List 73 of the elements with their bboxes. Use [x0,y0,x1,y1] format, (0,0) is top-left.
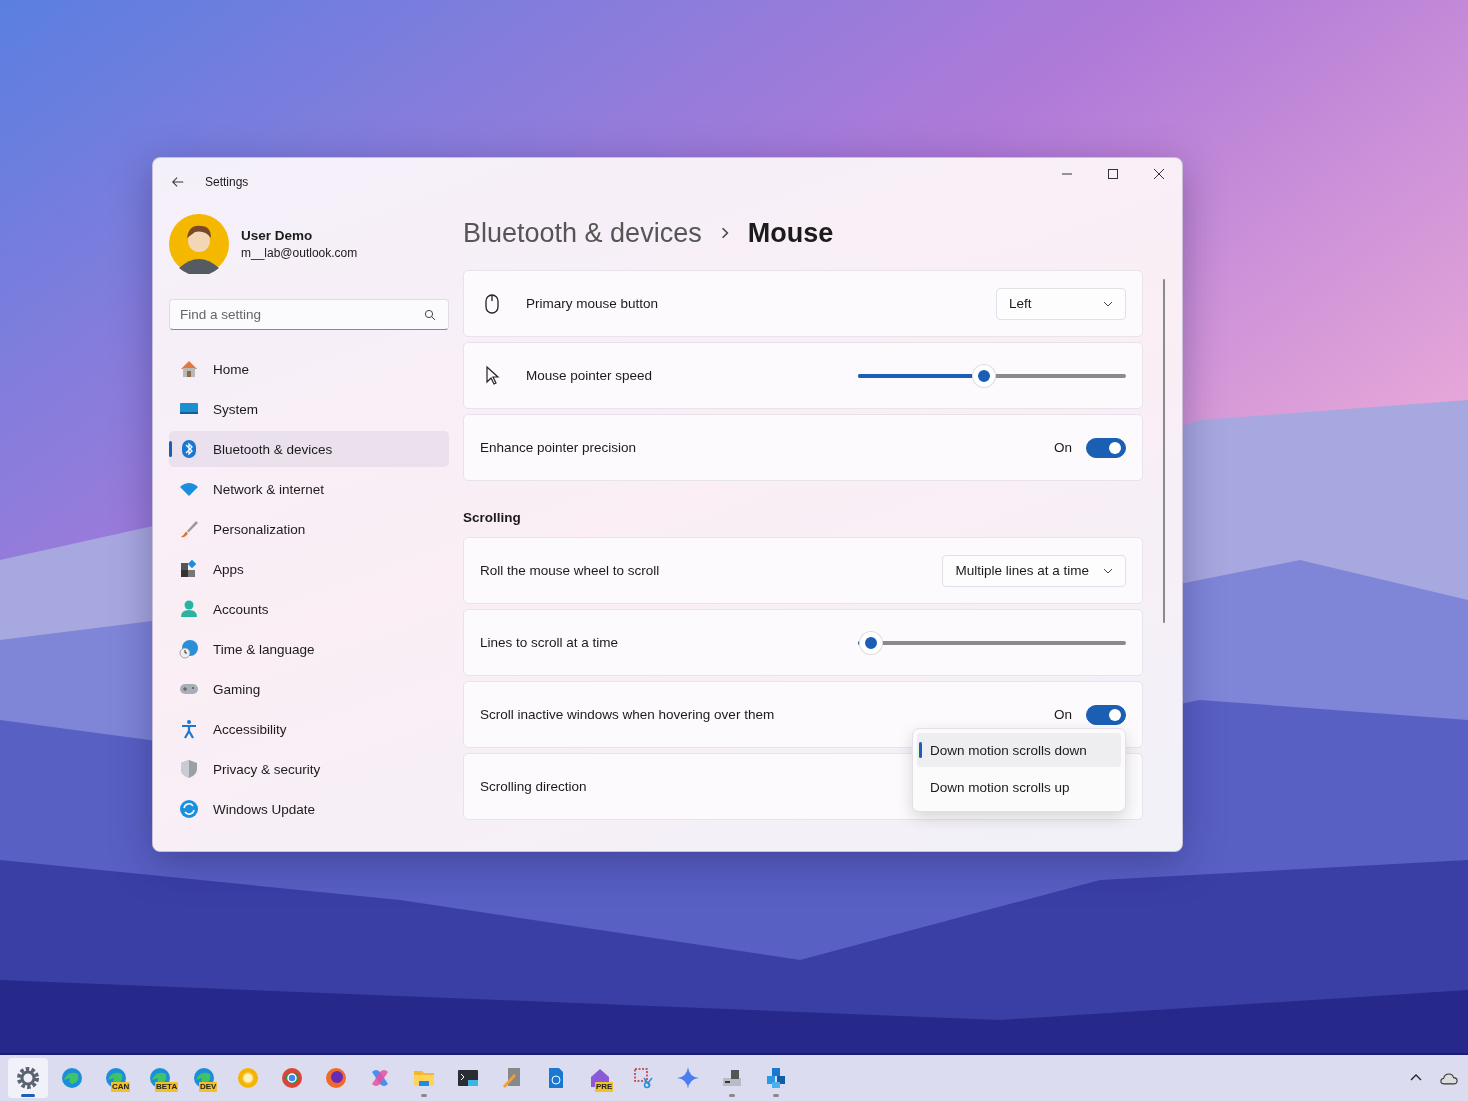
nav-item[interactable]: Accessibility [169,711,449,747]
nav-item[interactable]: Windows Update [169,791,449,827]
setting-label: Roll the mouse wheel to scroll [480,563,660,578]
app-badge: PRE [595,1082,614,1092]
dropdown[interactable]: Left [996,287,1126,320]
nav-item[interactable]: Privacy & security [169,751,449,787]
nav-item[interactable]: Bluetooth & devices [169,431,449,467]
menu-option[interactable]: Down motion scrolls up [917,770,1121,804]
mouse-icon [484,293,500,314]
search-icon[interactable] [424,309,436,321]
taskbar-app[interactable]: CAN [96,1058,136,1098]
gear-icon [16,1066,40,1090]
app-badge: CAN [111,1082,131,1092]
taskbar-app[interactable]: BETA [140,1058,180,1098]
search-field[interactable]: Find a setting [169,299,449,330]
nav-item[interactable]: Network & internet [169,471,449,507]
nav-item[interactable]: Accounts [169,591,449,627]
setting-label: Enhance pointer precision [480,440,637,455]
section-heading: Scrolling [463,509,522,527]
cubes-icon [764,1066,788,1090]
app-badge: DEV [199,1082,218,1092]
avatar [169,214,229,274]
dropdown[interactable]: Multiple lines at a time [942,554,1126,587]
maximize-icon[interactable] [1107,168,1119,180]
ring-icon [236,1066,260,1090]
toggle-switch[interactable] [1086,437,1126,458]
toggle-switch[interactable] [1086,704,1126,725]
toggle-state: On [1054,440,1072,455]
fox-icon [324,1066,348,1090]
setting-label: Mouse pointer speed [526,368,653,383]
slider-thumb[interactable] [860,631,883,654]
slider[interactable] [858,631,1126,654]
apps-icon [179,559,199,579]
taskbar-app[interactable] [8,1058,48,1098]
breadcrumb-link[interactable]: Bluetooth & devices [463,217,702,249]
setting-label: Scrolling direction [480,779,587,794]
nav-item[interactable]: Apps [169,551,449,587]
accessibility-icon [179,719,199,739]
setting-label: Primary mouse button [526,296,659,311]
setting-label: Lines to scroll at a time [480,635,619,650]
app-badge: BETA [155,1082,179,1092]
shield-icon [179,759,199,779]
browser-icon [280,1066,304,1090]
nav-item[interactable]: Gaming [169,671,449,707]
close-icon[interactable] [1153,168,1165,180]
scissors-icon [632,1066,656,1090]
bluetooth-icon [179,439,199,459]
slider[interactable] [858,364,1126,387]
update-icon [179,799,199,819]
sparkle-icon [676,1066,700,1090]
toggle-state: On [1054,707,1072,722]
nav-item[interactable]: Personalization [169,511,449,547]
back-arrow-icon[interactable] [171,175,185,189]
window-title: Settings [205,175,249,189]
user-name: User Demo [241,228,314,243]
setting-label: Scroll inactive windows when hovering over them [480,707,775,722]
home-icon [179,359,199,379]
taskbar-app[interactable]: PRE [580,1058,620,1098]
globe-clock-icon [179,639,199,659]
person-icon [179,599,199,619]
nav-item[interactable]: System [169,391,449,427]
user-email: m__lab@outlook.com [241,246,358,260]
page-title: Mouse [747,217,834,249]
nav-item[interactable]: Time & language [169,631,449,667]
pointer-icon [484,365,500,386]
taskbar-app[interactable]: DEV [184,1058,224,1098]
nav-item[interactable]: Home [169,351,449,387]
slider-thumb[interactable] [972,364,995,387]
brush-icon [179,519,199,539]
scrollbar[interactable] [1163,279,1165,623]
cloud-icon[interactable] [1440,1071,1458,1085]
browser-icon [60,1066,84,1090]
menu-option[interactable]: Down motion scrolls down [917,733,1121,767]
